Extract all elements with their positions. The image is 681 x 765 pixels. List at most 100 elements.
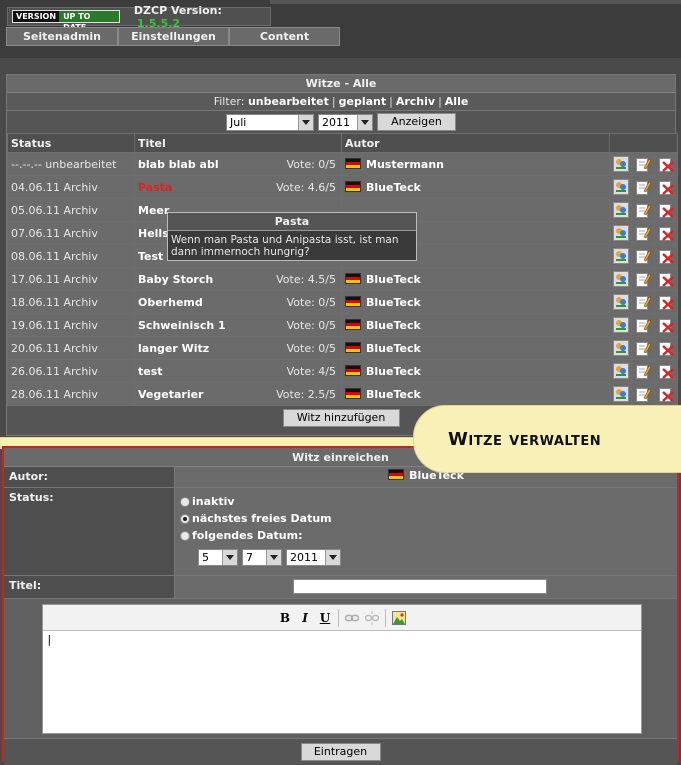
link-icon[interactable]: [342, 609, 362, 627]
delete-icon[interactable]: [658, 340, 674, 356]
filter-geplant[interactable]: geplant: [339, 95, 387, 108]
radio-selected-icon: [180, 513, 190, 524]
joke-title-link[interactable]: Pasta: [138, 181, 172, 194]
delete-icon[interactable]: [658, 156, 674, 172]
preview-icon[interactable]: [613, 248, 629, 264]
germany-flag-icon: [345, 318, 361, 330]
delete-icon[interactable]: [658, 225, 674, 241]
delete-icon[interactable]: [658, 248, 674, 264]
filter-archiv[interactable]: Archiv: [396, 95, 435, 108]
toolbar-separator: [385, 608, 386, 627]
filter-unbearbeitet[interactable]: unbearbeitet: [248, 95, 329, 108]
joke-title-link[interactable]: Baby Storch: [138, 273, 213, 286]
joke-title-link[interactable]: Schweinisch 1: [138, 319, 226, 332]
preview-icon[interactable]: [613, 386, 629, 402]
joke-title-link[interactable]: Vegetarier: [138, 388, 203, 401]
edit-icon[interactable]: [635, 179, 652, 195]
delete-cell: [653, 313, 679, 337]
delete-cell: [653, 359, 679, 383]
edit-icon[interactable]: [635, 156, 652, 172]
bold-button[interactable]: B: [275, 609, 295, 627]
status-specific-date-radio[interactable]: folgendes Datum:: [180, 527, 672, 544]
edit-icon[interactable]: [635, 317, 652, 333]
joke-title-link[interactable]: test: [138, 365, 163, 378]
year-select[interactable]: 2011: [318, 113, 373, 131]
chevron-down-icon: [266, 550, 281, 565]
version-box: VERSION UP TO DATE DZCP Version: 1.5.5.2: [7, 4, 271, 32]
delete-cell: [653, 198, 679, 222]
germany-flag-icon: [345, 157, 361, 169]
preview-icon[interactable]: [613, 363, 629, 379]
title-cell: test Vote: 4/5: [134, 359, 342, 383]
add-joke-button[interactable]: Witz hinzufügen: [282, 408, 400, 427]
status-row: Status: inaktiv nächstes freies Datum fo…: [4, 488, 677, 576]
dzcp-version: DZCP Version: 1.5.5.2: [134, 4, 270, 30]
vote-text: Vote: 0/5: [286, 341, 336, 355]
edit-icon[interactable]: [635, 294, 652, 310]
delete-icon[interactable]: [658, 179, 674, 195]
unlink-icon[interactable]: [362, 609, 382, 627]
italic-button[interactable]: I: [295, 609, 315, 627]
delete-icon[interactable]: [658, 202, 674, 218]
preview-icon[interactable]: [613, 340, 629, 356]
year-select[interactable]: 2011: [286, 549, 341, 566]
delete-icon[interactable]: [658, 386, 674, 402]
month-select[interactable]: Juli: [226, 113, 314, 131]
edit-icon[interactable]: [635, 340, 652, 356]
author-cell: BlueTeck: [341, 175, 610, 199]
toolbar-separator: [338, 608, 339, 627]
preview-icon[interactable]: [613, 179, 629, 195]
preview-icon[interactable]: [613, 271, 629, 287]
edit-cell: [631, 198, 655, 222]
delete-cell: [653, 152, 679, 176]
nav-einstellungen[interactable]: Einstellungen: [118, 27, 229, 46]
submit-button[interactable]: Eintragen: [300, 743, 381, 761]
joke-title-link[interactable]: blab blab abl: [138, 158, 219, 171]
title-input[interactable]: [293, 579, 547, 594]
month-select[interactable]: 7: [242, 549, 282, 566]
edit-icon[interactable]: [635, 271, 652, 287]
edit-icon[interactable]: [635, 225, 652, 241]
delete-icon[interactable]: [658, 317, 674, 333]
preview-cell: [609, 221, 632, 245]
underline-button[interactable]: U: [315, 609, 335, 627]
status-next-date-radio[interactable]: nächstes freies Datum: [180, 510, 672, 527]
preview-icon[interactable]: [613, 202, 629, 218]
joke-title-link[interactable]: Test: [138, 250, 163, 263]
edit-icon[interactable]: [635, 386, 652, 402]
nav-content[interactable]: Content: [229, 27, 340, 46]
chevron-down-icon: [357, 114, 372, 130]
status-option-label: folgendes Datum:: [192, 529, 303, 542]
day-select[interactable]: 5: [198, 549, 238, 566]
top-bar-strip: [270, 0, 681, 4]
title-cell: Vegetarier Vote: 2.5/5: [134, 382, 342, 406]
show-button[interactable]: Anzeigen: [377, 113, 456, 131]
nav-seitenadmin[interactable]: Seitenadmin: [6, 27, 118, 46]
delete-icon[interactable]: [658, 294, 674, 310]
edit-icon[interactable]: [635, 202, 652, 218]
title-cell: Baby Storch Vote: 4.5/5: [134, 267, 342, 291]
delete-icon[interactable]: [658, 271, 674, 287]
table-header-row: Status Titel Autor: [7, 133, 679, 153]
status-cell: 19.06.11 Archiv: [7, 313, 135, 337]
joke-title-link[interactable]: Oberhemd: [138, 296, 203, 309]
author-label: Autor:: [4, 467, 175, 487]
preview-icon[interactable]: [613, 156, 629, 172]
author-name: BlueTeck: [366, 318, 421, 332]
editor-text-area[interactable]: |: [43, 631, 641, 731]
insert-image-icon[interactable]: [389, 609, 409, 627]
delete-icon[interactable]: [658, 363, 674, 379]
status-cell: 18.06.11 Archiv: [7, 290, 135, 314]
status-inaktiv-radio[interactable]: inaktiv: [180, 493, 672, 510]
preview-icon[interactable]: [613, 225, 629, 241]
preview-icon[interactable]: [613, 317, 629, 333]
joke-title-link[interactable]: langer Witz: [138, 342, 209, 355]
author-cell: BlueTeck: [341, 336, 610, 360]
edit-icon[interactable]: [635, 363, 652, 379]
author-name: BlueTeck: [366, 272, 421, 286]
preview-icon[interactable]: [613, 294, 629, 310]
joke-title-link[interactable]: Meer: [138, 204, 169, 217]
filter-alle[interactable]: Alle: [445, 95, 469, 108]
chevron-down-icon: [325, 550, 340, 565]
edit-icon[interactable]: [635, 248, 652, 264]
